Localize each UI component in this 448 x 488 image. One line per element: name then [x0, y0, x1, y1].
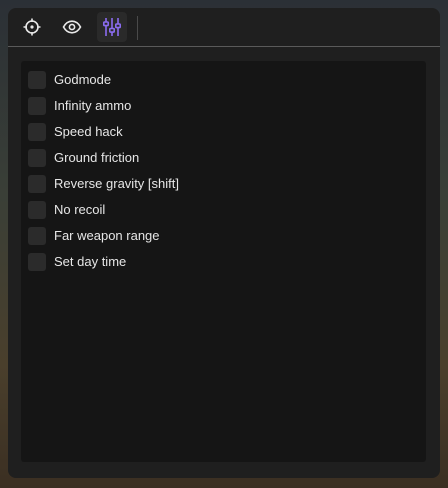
option-infinity-ammo[interactable]: Infinity ammo: [28, 96, 131, 116]
option-set-day-time[interactable]: Set day time: [28, 252, 126, 272]
option-ground-friction[interactable]: Ground friction: [28, 148, 139, 168]
speed-hack-checkbox[interactable]: [28, 123, 46, 141]
godmode-checkbox[interactable]: [28, 71, 46, 89]
option-label: Reverse gravity [shift]: [54, 176, 179, 191]
tab-divider: [137, 16, 138, 40]
option-speed-hack[interactable]: Speed hack: [28, 122, 123, 142]
option-label: No recoil: [54, 202, 106, 217]
option-reverse-gravity[interactable]: Reverse gravity [shift]: [28, 174, 179, 194]
option-label: Far weapon range: [54, 228, 160, 243]
option-label: Speed hack: [54, 124, 123, 139]
option-no-recoil[interactable]: No recoil: [28, 200, 105, 220]
infinity-ammo-checkbox[interactable]: [28, 97, 46, 115]
no-recoil-checkbox[interactable]: [28, 201, 46, 219]
set-day-time-checkbox[interactable]: [28, 253, 46, 271]
ground-friction-checkbox[interactable]: [28, 149, 46, 167]
option-godmode[interactable]: Godmode: [28, 70, 111, 90]
options-list: Godmode Infinity ammo Speed hack Ground …: [21, 61, 426, 462]
tab-bar: [8, 8, 440, 47]
tab-aim[interactable]: [17, 12, 47, 42]
far-weapon-range-checkbox[interactable]: [28, 227, 46, 245]
tab-visuals[interactable]: [57, 12, 87, 42]
option-label: Ground friction: [54, 150, 140, 165]
option-label: Infinity ammo: [54, 98, 132, 113]
option-label: Set day time: [54, 254, 127, 269]
option-label: Godmode: [54, 72, 112, 87]
reverse-gravity-checkbox[interactable]: [28, 175, 46, 193]
cheat-menu-panel: Godmode Infinity ammo Speed hack Ground …: [8, 8, 440, 478]
option-far-weapon-range[interactable]: Far weapon range: [28, 226, 160, 246]
tab-misc[interactable]: [97, 12, 127, 42]
eye-icon: [62, 20, 82, 34]
sliders-icon: [102, 18, 122, 36]
crosshair-icon: [23, 18, 41, 36]
